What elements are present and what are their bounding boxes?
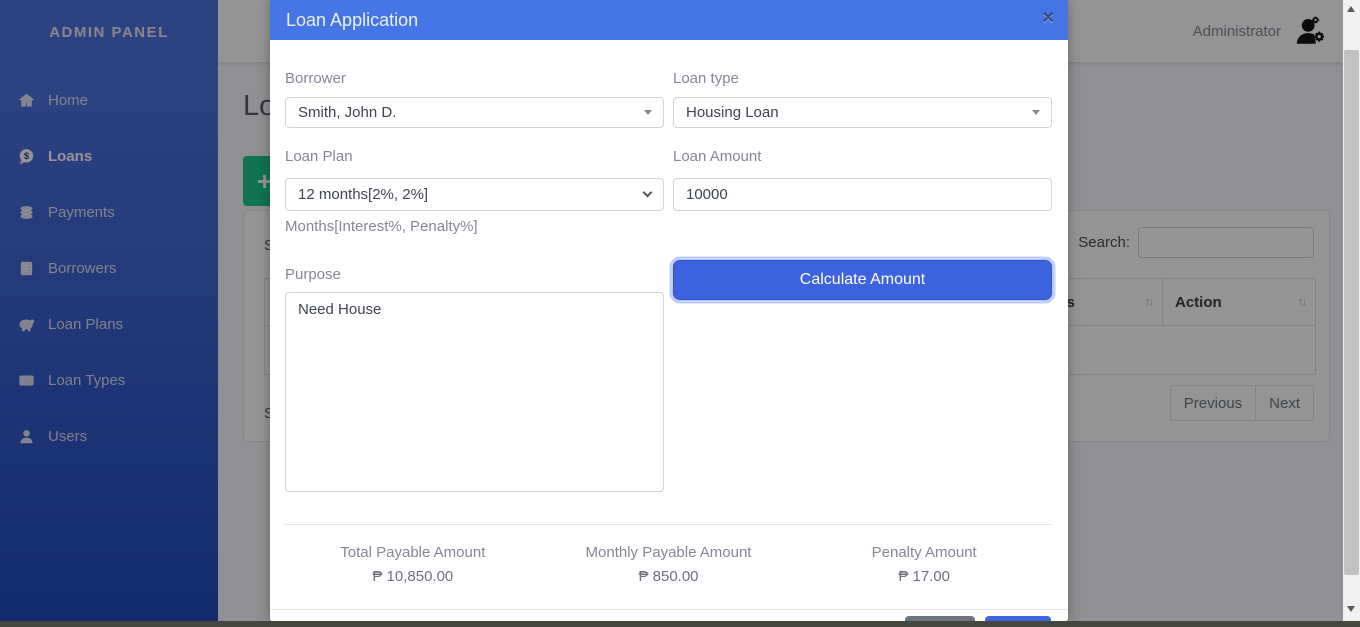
dropdown-arrow-icon — [1032, 110, 1040, 115]
purpose-label: Purpose — [285, 266, 341, 283]
borrower-select[interactable]: Smith, John D. — [285, 97, 664, 128]
purpose-textarea[interactable]: Need House — [285, 292, 664, 492]
total-payable-value: ₱ 10,850.00 — [285, 568, 541, 585]
divider — [285, 524, 1052, 525]
loan-application-modal: Loan Application × Borrower Loan type Sm… — [270, 0, 1068, 622]
scroll-down-icon[interactable] — [1347, 606, 1355, 612]
window-bottom-edge — [0, 621, 1360, 627]
amount-summary: Total Payable Amount ₱ 10,850.00 Monthly… — [285, 544, 1052, 585]
loan-amount-label: Loan Amount — [673, 148, 761, 165]
loan-plan-label: Loan Plan — [285, 148, 353, 165]
loan-plan-select[interactable]: 12 months[2%, 2%] — [285, 178, 664, 211]
borrower-label: Borrower — [285, 70, 346, 87]
dropdown-arrow-icon — [644, 110, 652, 115]
loan-amount-input[interactable] — [673, 178, 1052, 211]
scrollbar[interactable] — [1343, 0, 1360, 627]
monthly-payable: Monthly Payable Amount ₱ 850.00 — [541, 544, 797, 585]
close-icon[interactable]: × — [1042, 7, 1054, 30]
loan-type-label: Loan type — [673, 70, 739, 87]
screen: ADMIN PANEL Home $ Loans Payments Borrow… — [0, 0, 1360, 627]
scroll-up-icon[interactable] — [1347, 6, 1355, 12]
modal-footer-divider — [270, 609, 1068, 610]
scrollbar-thumb[interactable] — [1344, 50, 1359, 575]
penalty-amount-value: ₱ 17.00 — [796, 568, 1052, 585]
calculate-amount-button[interactable]: Calculate Amount — [673, 260, 1052, 300]
loan-type-select[interactable]: Housing Loan — [673, 97, 1052, 128]
loan-plan-helper: Months[Interest%, Penalty%] — [285, 218, 478, 235]
penalty-amount: Penalty Amount ₱ 17.00 — [796, 544, 1052, 585]
total-payable: Total Payable Amount ₱ 10,850.00 — [285, 544, 541, 585]
monthly-payable-value: ₱ 850.00 — [541, 568, 797, 585]
chevron-down-icon — [643, 188, 653, 198]
modal-header: Loan Application × — [270, 0, 1068, 40]
modal-title: Loan Application — [286, 10, 418, 31]
